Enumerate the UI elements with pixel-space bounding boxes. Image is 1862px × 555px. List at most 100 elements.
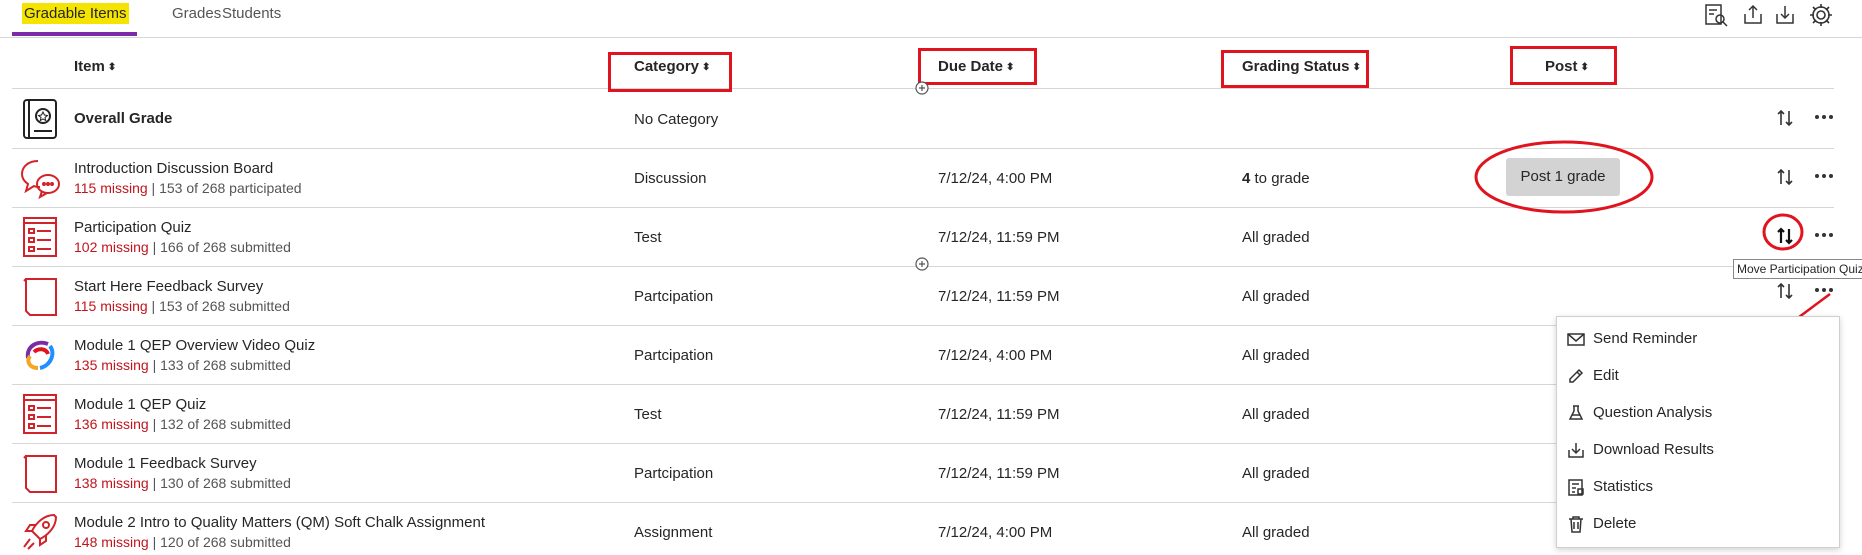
- missing-count[interactable]: 115 missing: [74, 180, 148, 196]
- item-grading-status: All graded: [1242, 229, 1310, 246]
- item-submission-summary: 115 missing | 153 of 268 submitted: [74, 298, 290, 314]
- annotation-box-post: [1510, 46, 1617, 85]
- item-category: Discussion: [634, 170, 707, 187]
- item-category: Test: [634, 229, 662, 246]
- flask-icon: [1568, 405, 1584, 420]
- tab-bar: Gradable Items Grades Students: [0, 0, 1862, 38]
- overall-grade-icon: [23, 99, 57, 139]
- gear-icon[interactable]: [1808, 2, 1834, 28]
- item-submission-summary: 136 missing | 132 of 268 submitted: [74, 416, 291, 432]
- missing-count[interactable]: 148 missing: [74, 534, 149, 550]
- item-grading-status: All graded: [1242, 465, 1310, 482]
- item-due-date: 7/12/24, 4:00 PM: [938, 170, 1053, 187]
- item-due-date: 7/12/24, 11:59 PM: [938, 465, 1060, 482]
- item-title[interactable]: Module 1 QEP Overview Video Quiz: [74, 337, 315, 354]
- more-options-icon[interactable]: [1812, 282, 1836, 298]
- participation-count: 153 of 268 participated: [159, 180, 302, 196]
- statistics-icon: [1568, 479, 1584, 496]
- download-icon[interactable]: [1772, 2, 1798, 28]
- item-category: Assignment: [634, 524, 713, 541]
- column-item-header[interactable]: Item ⬍: [74, 58, 116, 75]
- item-grading-status: All graded: [1242, 406, 1310, 423]
- more-options-icon[interactable]: [1812, 109, 1836, 125]
- sort-icon: ⬍: [107, 62, 117, 73]
- item-title[interactable]: Module 1 QEP Quiz: [74, 396, 206, 413]
- more-options-icon[interactable]: [1812, 168, 1836, 184]
- more-options-icon[interactable]: [1812, 227, 1836, 243]
- tab-students[interactable]: Students: [210, 0, 293, 34]
- move-icon[interactable]: [1776, 280, 1794, 302]
- survey-icon: [23, 455, 57, 493]
- missing-count[interactable]: 102 missing: [74, 239, 149, 255]
- discussion-icon: [20, 160, 60, 199]
- item-category: Partcipation: [634, 347, 714, 364]
- item-submission-summary: 102 missing | 166 of 268 submitted: [74, 239, 291, 255]
- item-submission-summary: 115 missing | 153 of 268 participated: [74, 180, 302, 196]
- move-icon[interactable]: [1776, 225, 1794, 247]
- menu-item-delete[interactable]: Delete: [1557, 505, 1837, 542]
- envelope-icon: [1567, 333, 1585, 346]
- test-icon: [23, 217, 57, 257]
- annotation-box-category: [608, 52, 732, 92]
- table-row[interactable]: Overall Grade No Category: [12, 89, 1834, 149]
- item-category: No Category: [634, 111, 719, 128]
- move-icon[interactable]: [1776, 107, 1794, 129]
- missing-count[interactable]: 136 missing: [74, 416, 149, 432]
- item-due-date: 7/12/24, 4:00 PM: [938, 347, 1053, 364]
- submitted-count: 120 of 268 submitted: [160, 534, 291, 550]
- submitted-count: 166 of 268 submitted: [160, 239, 291, 255]
- item-title[interactable]: Introduction Discussion Board: [74, 160, 273, 177]
- move-icon[interactable]: [1776, 166, 1794, 188]
- test-icon: [23, 394, 57, 434]
- item-title[interactable]: Participation Quiz: [74, 219, 192, 236]
- video-quiz-logo-icon: [25, 340, 55, 370]
- menu-item-send-reminder[interactable]: Send Reminder: [1557, 320, 1837, 357]
- annotation-box-grading-status: [1221, 50, 1369, 88]
- table-row[interactable]: Introduction Discussion Board 115 missin…: [12, 148, 1834, 208]
- item-category: Test: [634, 406, 662, 423]
- item-due-date: 7/12/24, 11:59 PM: [938, 229, 1060, 246]
- item-due-date: 7/12/24, 4:00 PM: [938, 524, 1053, 541]
- trash-icon: [1569, 516, 1583, 533]
- pencil-icon: [1569, 368, 1584, 383]
- menu-item-question-analysis[interactable]: Question Analysis: [1557, 394, 1837, 431]
- item-title[interactable]: Overall Grade: [74, 110, 172, 127]
- item-title[interactable]: Module 1 Feedback Survey: [74, 455, 257, 472]
- search-document-icon[interactable]: [1703, 2, 1729, 28]
- survey-icon: [23, 278, 57, 316]
- download-icon: [1568, 443, 1584, 458]
- menu-item-statistics[interactable]: Statistics: [1557, 468, 1837, 505]
- annotation-box-due-date: [918, 48, 1037, 85]
- item-grading-status: 4 to grade: [1242, 170, 1310, 187]
- item-grading-status: All graded: [1242, 347, 1310, 364]
- submitted-count: 153 of 268 submitted: [159, 298, 290, 314]
- upload-icon[interactable]: [1740, 2, 1766, 28]
- item-context-menu: Send Reminder Edit Question Analysis Dow…: [1556, 316, 1840, 548]
- submitted-count: 130 of 268 submitted: [160, 475, 291, 491]
- item-category: Partcipation: [634, 465, 714, 482]
- missing-count[interactable]: 135 missing: [74, 357, 149, 373]
- item-grading-status: All graded: [1242, 288, 1310, 305]
- add-item-plus-icon[interactable]: [915, 257, 929, 271]
- tab-gradable-items[interactable]: Gradable Items: [10, 0, 141, 34]
- active-tab-indicator: [12, 32, 137, 36]
- menu-item-download-results[interactable]: Download Results: [1557, 431, 1837, 468]
- submitted-count: 133 of 268 submitted: [160, 357, 291, 373]
- item-due-date: 7/12/24, 11:59 PM: [938, 288, 1060, 305]
- missing-count[interactable]: 138 missing: [74, 475, 149, 491]
- missing-count[interactable]: 115 missing: [74, 298, 148, 314]
- item-grading-status: All graded: [1242, 524, 1310, 541]
- move-tooltip: Move Participation Quiz: [1733, 259, 1862, 279]
- item-category: Partcipation: [634, 288, 714, 305]
- item-submission-summary: 148 missing | 120 of 268 submitted: [74, 534, 291, 550]
- item-submission-summary: 135 missing | 133 of 268 submitted: [74, 357, 291, 373]
- item-due-date: 7/12/24, 11:59 PM: [938, 406, 1060, 423]
- menu-item-edit[interactable]: Edit: [1557, 357, 1837, 394]
- post-grades-button[interactable]: Post 1 grade: [1506, 158, 1620, 196]
- item-submission-summary: 138 missing | 130 of 268 submitted: [74, 475, 291, 491]
- add-item-plus-icon[interactable]: [915, 81, 929, 95]
- rocket-icon: [23, 513, 58, 550]
- submitted-count: 132 of 268 submitted: [160, 416, 291, 432]
- item-title[interactable]: Start Here Feedback Survey: [74, 278, 263, 295]
- item-title[interactable]: Module 2 Intro to Quality Matters (QM) S…: [74, 514, 485, 531]
